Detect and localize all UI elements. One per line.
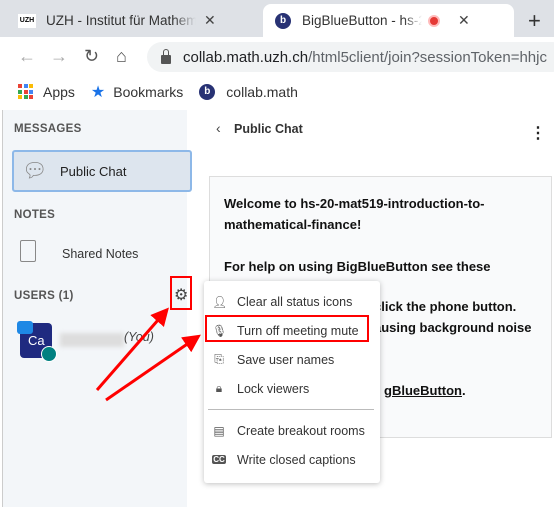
user-clear-icon: 👤︎ bbox=[212, 294, 228, 309]
menu-item-write-closed-captions[interactable]: CC Write closed captions bbox=[204, 445, 380, 474]
sidebar-item-public-chat[interactable]: 💬︎ Public Chat bbox=[12, 150, 192, 192]
menu-item-create-breakout-rooms[interactable]: ▤ Create breakout rooms bbox=[204, 416, 380, 445]
home-icon[interactable]: ⌂ bbox=[116, 46, 127, 67]
url-path: /html5client/join?sessionToken=hhjc bbox=[308, 48, 547, 66]
apps-grid-icon bbox=[18, 84, 33, 99]
lock-icon bbox=[161, 48, 171, 64]
bookmark-label: Apps bbox=[43, 83, 75, 100]
blurred-user-name bbox=[60, 333, 124, 347]
annotation-box-menu-item bbox=[205, 315, 369, 342]
menu-label: Clear all status icons bbox=[237, 294, 353, 309]
save-file-icon: ⎘ bbox=[214, 352, 224, 366]
link-suffix: . bbox=[461, 383, 466, 398]
welcome-suffix: ! bbox=[356, 217, 362, 232]
chat-title[interactable]: Public Chat bbox=[234, 122, 303, 136]
star-icon: ★ bbox=[90, 83, 106, 101]
notes-icon bbox=[20, 240, 36, 262]
bbb-favicon: b bbox=[275, 12, 291, 29]
sidebar-item-shared-notes[interactable]: Shared Notes bbox=[62, 247, 138, 261]
menu-item-save-user-names[interactable]: ⎘ Save user names bbox=[204, 345, 380, 374]
menu-label: Write closed captions bbox=[237, 452, 356, 467]
help-link[interactable]: gBlueButton bbox=[384, 383, 462, 398]
menu-item-lock-viewers[interactable]: 🔒︎ Lock viewers bbox=[204, 374, 380, 403]
public-chat-label: Public Chat bbox=[60, 163, 127, 179]
annotation-box-gear bbox=[170, 276, 192, 310]
help-text: For help on using BigBlueButton see thes… bbox=[224, 259, 491, 274]
tab-title: BigBlueButton - hs-20-mat519 bbox=[302, 13, 422, 28]
closed-captions-icon: CC bbox=[212, 455, 226, 464]
bookmarks-bar: Apps ★ Bookmarks b collab.math bbox=[0, 75, 554, 108]
recording-icon bbox=[428, 14, 440, 27]
you-label: (You) bbox=[124, 330, 154, 344]
messages-header: MESSAGES bbox=[14, 123, 82, 135]
bookmark-bookmarks[interactable]: ★ Bookmarks bbox=[91, 82, 183, 102]
back-icon[interactable]: ← bbox=[18, 46, 36, 67]
bookmark-label: Bookmarks bbox=[113, 83, 184, 100]
users-header: USERS (1) bbox=[14, 290, 74, 302]
close-tab-icon[interactable]: ✕ bbox=[204, 12, 216, 29]
reload-icon[interactable]: ↻ bbox=[84, 46, 99, 67]
tab-uzh[interactable]: UZH UZH - Institut für Mathematik ✕ bbox=[18, 4, 263, 37]
new-tab-button[interactable]: + bbox=[528, 8, 541, 34]
menu-item-clear-status[interactable]: 👤︎ Clear all status icons bbox=[204, 287, 380, 316]
more-options-icon[interactable]: ⋮ bbox=[530, 123, 546, 143]
menu-label: Lock viewers bbox=[237, 381, 310, 396]
tab-bigbluebutton[interactable]: b BigBlueButton - hs-20-mat519 ✕ bbox=[263, 4, 514, 37]
lock-icon: 🔒︎ bbox=[215, 381, 223, 395]
uzh-favicon: UZH bbox=[18, 13, 36, 28]
bookmark-label: collab.math bbox=[226, 83, 298, 100]
user-options-menu: 👤︎ Clear all status icons 🎙︎ Turn off meet… bbox=[204, 281, 380, 483]
welcome-text: Welcome to bbox=[224, 196, 301, 211]
address-bar[interactable]: collab.math.uzh.ch/html5client/join?sess… bbox=[147, 42, 554, 72]
bookmark-apps[interactable]: Apps bbox=[18, 84, 75, 100]
url-host: collab.math.uzh.ch bbox=[183, 48, 309, 66]
breakout-rooms-icon: ▤ bbox=[213, 423, 225, 438]
chevron-left-icon[interactable]: ‹ bbox=[216, 120, 221, 136]
microphone-icon bbox=[41, 346, 57, 362]
bookmark-collab-math[interactable]: b collab.math bbox=[199, 83, 298, 100]
bbb-icon: b bbox=[199, 83, 216, 100]
menu-divider bbox=[208, 409, 374, 410]
menu-label: Save user names bbox=[237, 352, 335, 367]
forward-icon[interactable]: → bbox=[50, 46, 68, 67]
close-tab-icon[interactable]: ✕ bbox=[458, 12, 470, 29]
menu-label: Create breakout rooms bbox=[237, 423, 365, 438]
notes-header: NOTES bbox=[14, 209, 56, 221]
chat-icon: 💬︎ bbox=[22, 160, 48, 182]
tab-title: UZH - Institut für Mathematik bbox=[46, 13, 196, 28]
presenter-icon bbox=[17, 321, 33, 334]
